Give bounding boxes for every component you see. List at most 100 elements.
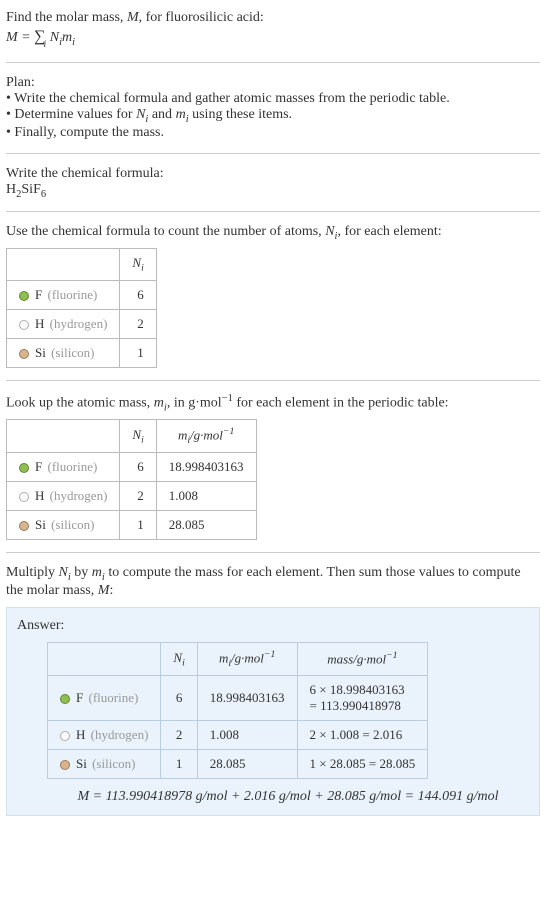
plan-title: Plan:: [6, 75, 540, 91]
intro-line1: Find the molar mass, M, for fluorosilici…: [6, 10, 540, 26]
table-row: Si (silicon) 1 28.085: [7, 511, 257, 540]
n-cell: 2: [120, 482, 156, 511]
table-row: Si (silicon) 1: [7, 338, 157, 367]
dot-icon: [19, 349, 29, 359]
var-N: N: [325, 224, 334, 239]
m-cell: 28.085: [156, 511, 256, 540]
m-cell: 1.008: [156, 482, 256, 511]
plan-bullet: • Determine values for Ni and mi using t…: [6, 107, 540, 125]
divider: [6, 62, 540, 63]
header-Ni: Ni: [120, 420, 156, 453]
dot-icon: [19, 320, 29, 330]
table-row: F (fluorine) 6 18.998403163: [7, 453, 257, 482]
text: by: [71, 565, 92, 580]
elem-name: (hydrogen): [91, 727, 149, 742]
elem-Si: Si: [21, 182, 33, 197]
chem-formula: H2SiF6: [6, 182, 540, 200]
text: Find the molar mass,: [6, 10, 127, 25]
count-section: Use the chemical formula to count the nu…: [6, 220, 540, 371]
dot-icon: [19, 521, 29, 531]
elem-cell: H (hydrogen): [7, 482, 120, 511]
answer-table: Ni mi/g·mol−1 mass/g·mol−1 F (fluorine) …: [47, 642, 428, 779]
m-cell: 18.998403163: [156, 453, 256, 482]
table-row: F (fluorine) 6: [7, 280, 157, 309]
plan-bullet: • Finally, compute the mass.: [6, 125, 540, 141]
m-cell: 28.085: [197, 749, 297, 778]
divider: [6, 153, 540, 154]
var-m: m: [92, 565, 102, 580]
header-mi: mi/g·mol−1: [156, 420, 256, 453]
n-cell: 6: [161, 675, 197, 720]
dot-icon: [19, 463, 29, 473]
empty-header: [7, 249, 120, 281]
dot-icon: [60, 694, 70, 704]
mass-section: Look up the atomic mass, mi, in g·mol−1 …: [6, 389, 540, 544]
divider: [6, 380, 540, 381]
elem-cell: F (fluorine): [7, 453, 120, 482]
sub-i: i: [72, 37, 75, 48]
table-row: Si (silicon) 1 28.085 1 × 28.085 = 28.08…: [48, 749, 428, 778]
table-header-row: Ni mi/g·mol−1 mass/g·mol−1: [48, 643, 428, 676]
elem-cell: Si (silicon): [7, 338, 120, 367]
elem-name: (fluorine): [47, 459, 97, 474]
elem-sym: F: [35, 459, 42, 474]
multiply-section: Multiply Ni by mi to compute the mass fo…: [6, 561, 540, 603]
text: Multiply: [6, 565, 59, 580]
n-cell: 2: [120, 309, 156, 338]
text: for each element in the periodic table:: [233, 396, 449, 411]
table-row: H (hydrogen) 2: [7, 309, 157, 338]
chem-title: Write the chemical formula:: [6, 166, 540, 182]
answer-box: Answer: Ni mi/g·mol−1 mass/g·mol−1 F (fl…: [6, 607, 540, 816]
elem-cell: F (fluorine): [48, 675, 161, 720]
table-row: H (hydrogen) 2 1.008: [7, 482, 257, 511]
count-table: Ni F (fluorine) 6 H (hydrogen) 2 Si (sil…: [6, 248, 157, 368]
elem-name: (fluorine): [47, 287, 97, 302]
dot-icon: [19, 291, 29, 301]
sigma-sub: i: [44, 39, 47, 50]
final-eq: = 113.990418978 g/mol + 2.016 g/mol + 28…: [89, 789, 498, 804]
elem-cell: Si (silicon): [7, 511, 120, 540]
elem-name: (hydrogen): [50, 488, 108, 503]
intro-section: Find the molar mass, M, for fluorosilici…: [6, 6, 540, 54]
intro-equation: M = ∑i Nimi: [6, 28, 540, 50]
divider: [6, 211, 540, 212]
elem-sym: F: [35, 287, 42, 302]
text: and: [148, 107, 175, 122]
table-header-row: Ni mi/g·mol−1: [7, 420, 257, 453]
var-m: m: [62, 30, 72, 45]
dot-icon: [60, 731, 70, 741]
table-row: F (fluorine) 6 18.998403163 6 × 18.99840…: [48, 675, 428, 720]
elem-sym: H: [35, 316, 44, 331]
eq-lhs: M =: [6, 30, 34, 45]
n-cell: 2: [161, 720, 197, 749]
var-N: N: [59, 565, 68, 580]
mass-text: Look up the atomic mass, mi, in g·mol−1 …: [6, 393, 540, 413]
var-m: m: [154, 396, 164, 411]
var-N: N: [50, 30, 59, 45]
answer-inner: Ni mi/g·mol−1 mass/g·mol−1 F (fluorine) …: [47, 642, 529, 805]
sub-6: 6: [41, 188, 46, 199]
header-mass: mass/g·mol−1: [297, 643, 428, 676]
elem-sym: H: [35, 488, 44, 503]
mass-table: Ni mi/g·mol−1 F (fluorine) 6 18.99840316…: [6, 419, 257, 540]
text: , for fluorosilicic acid:: [139, 10, 264, 25]
elem-H: H: [6, 182, 16, 197]
divider: [6, 552, 540, 553]
m-cell: 1.008: [197, 720, 297, 749]
calc-cell: 6 × 18.998403163= 113.990418978: [297, 675, 428, 720]
elem-F: F: [33, 182, 41, 197]
header-Ni: Ni: [120, 249, 156, 281]
calc-cell: 2 × 1.008 = 2.016: [297, 720, 428, 749]
count-text: Use the chemical formula to count the nu…: [6, 224, 540, 242]
table-row: H (hydrogen) 2 1.008 2 × 1.008 = 2.016: [48, 720, 428, 749]
var-M: M: [127, 10, 139, 25]
elem-name: (silicon): [51, 517, 94, 532]
empty-header: [7, 420, 120, 453]
elem-sym: Si: [35, 345, 46, 360]
elem-cell: H (hydrogen): [48, 720, 161, 749]
elem-name: (silicon): [92, 756, 135, 771]
final-result: M = 113.990418978 g/mol + 2.016 g/mol + …: [47, 789, 529, 805]
text: , for each element:: [337, 224, 441, 239]
n-cell: 1: [120, 338, 156, 367]
plan-bullet: • Write the chemical formula and gather …: [6, 91, 540, 107]
